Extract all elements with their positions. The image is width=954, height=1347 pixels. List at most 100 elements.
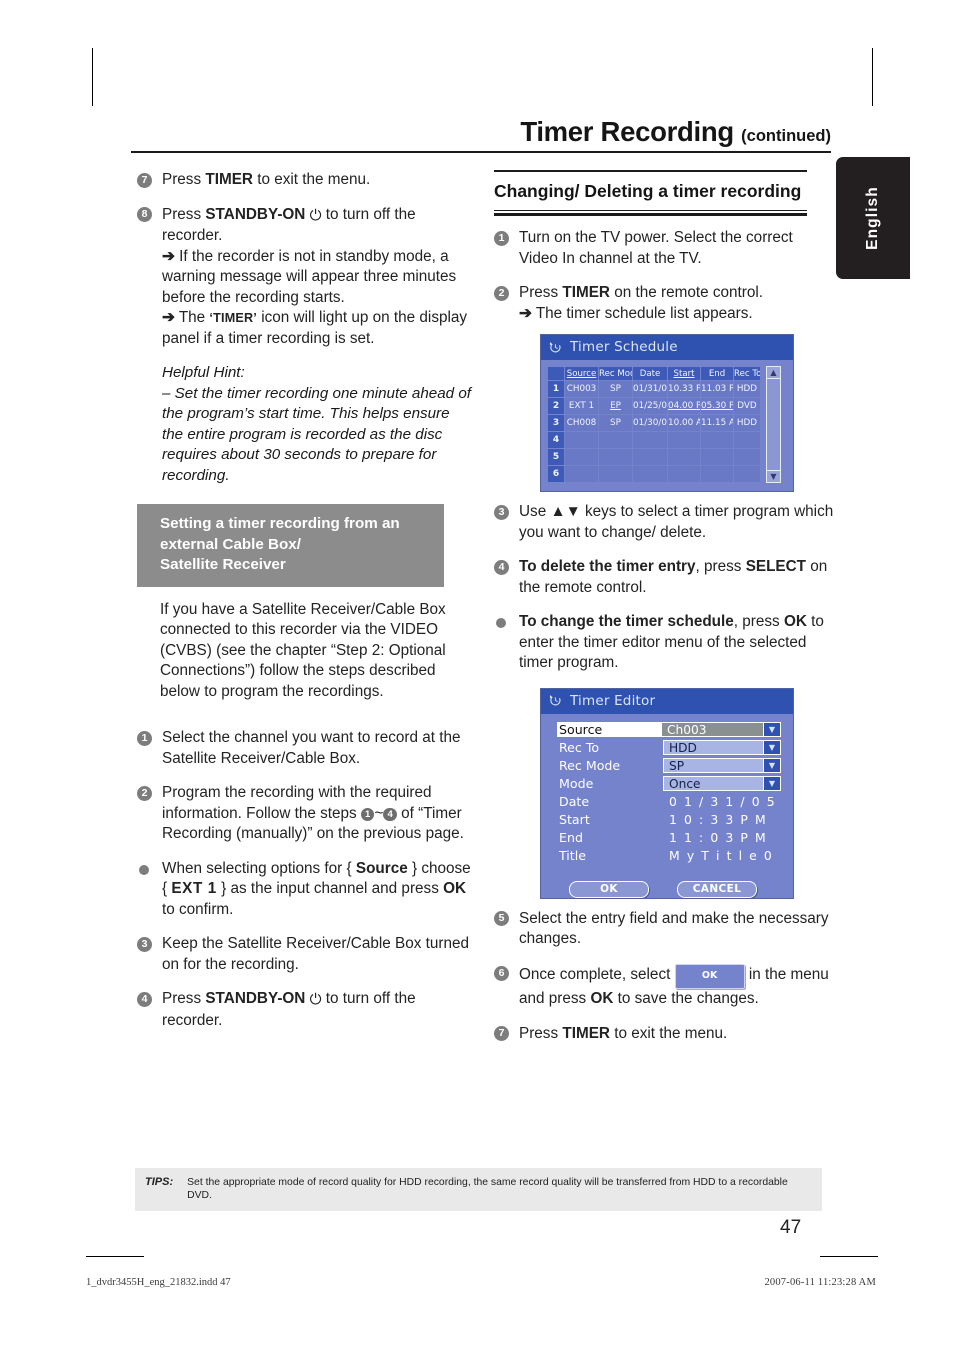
section-rule-bottom <box>494 210 807 217</box>
editor-value-rec-mode[interactable]: SP <box>663 757 764 774</box>
rstep7-text: Press TIMER to exit the menu. <box>519 1025 727 1042</box>
rstep3-text: Use ▲▼ keys to select a timer program wh… <box>519 503 833 541</box>
crop-mark-right-bottom <box>820 1256 878 1257</box>
cell-source: CH008 <box>565 415 598 432</box>
cell-rec-to: DVD <box>734 398 760 415</box>
editor-value-source[interactable]: Ch003 <box>661 721 764 738</box>
tips-text: Set the appropriate mode of record quali… <box>187 1177 788 1201</box>
editor-value-rec-to[interactable]: HDD <box>663 739 764 756</box>
editor-value-start[interactable]: 1 0 : 3 3 P M <box>663 812 781 827</box>
table-row[interactable]: 5 <box>548 449 760 466</box>
scrollbar-track[interactable] <box>766 379 781 471</box>
step-number: 8 <box>137 207 152 222</box>
editor-dropdown-rec-mode[interactable]: SP ▼ <box>663 757 781 774</box>
editor-label-mode: Mode <box>559 775 594 791</box>
cell-rec-mode: EP <box>599 398 632 415</box>
cell-idx: 1 <box>548 381 564 398</box>
editor-value-title[interactable]: M y T i t l e 0 <box>663 848 781 863</box>
step-number: 3 <box>137 936 152 952</box>
arrow-icon: ➔ <box>162 309 175 326</box>
editor-row-mode[interactable]: Mode Once ▼ <box>559 775 781 793</box>
tips-label: TIPS: <box>145 1176 174 1188</box>
list-item-rstep5: 5 Select the entry field and make the ne… <box>494 909 834 950</box>
list-item-bullet1: When selecting options for { Source } ch… <box>137 859 474 921</box>
timer-editor-titlebar: Timer Editor <box>541 688 793 714</box>
editor-dropdown-mode[interactable]: Once ▼ <box>663 775 781 792</box>
rstep4-text: To delete the timer entry, press SELECT … <box>519 558 827 596</box>
table-row[interactable]: 2EXT 1EP01/25/0504.00 PM05.30 PMDVD <box>548 398 760 415</box>
triangle-up-icon[interactable]: ▲ <box>766 366 781 380</box>
cell-rec-to: HDD <box>734 415 760 432</box>
step-number: 6 <box>494 966 509 982</box>
chevron-down-icon[interactable]: ▼ <box>764 739 781 756</box>
editor-row-title[interactable]: Title M y T i t l e 0 <box>559 847 781 865</box>
rstep2-sub1-text: The timer schedule list appears. <box>535 304 753 322</box>
editor-dropdown-source[interactable]: Ch003 ▼ <box>661 721 781 738</box>
editor-row-start[interactable]: Start 1 0 : 3 3 P M <box>559 811 781 829</box>
triangle-down-icon[interactable]: ▼ <box>766 470 781 484</box>
editor-value-mode[interactable]: Once <box>663 775 764 792</box>
rstep4-b1: To delete the timer entry <box>519 558 696 576</box>
cancel-button[interactable]: CANCEL <box>677 880 757 898</box>
editor-value-end[interactable]: 1 1 : 0 3 P M <box>663 830 781 845</box>
column-header-date: Date <box>633 367 667 381</box>
editor-dropdown-rec-to[interactable]: HDD ▼ <box>663 739 781 756</box>
left-column: 7 Press TIMER to exit the menu. 8 Press … <box>137 170 474 1031</box>
column-header-rec-mode: Rec Mode <box>599 367 632 381</box>
footer-filename: 1_dvdr3455H_eng_21832.indd 47 <box>86 1277 231 1288</box>
power-icon: ⏻ <box>309 206 322 224</box>
cell-end <box>701 449 733 466</box>
chevron-down-icon[interactable]: ▼ <box>764 775 781 792</box>
rstep2-sub1: ➔ The timer schedule list appears. <box>519 304 834 325</box>
crop-mark-left-bottom <box>86 1256 144 1257</box>
cell-source <box>565 449 598 466</box>
cell-rec-mode: SP <box>599 381 632 398</box>
step4-text: Press STANDBY-ON ⏻ to turn off the recor… <box>162 990 416 1029</box>
list-item-step8: 8 Press STANDBY-ON ⏻ to turn off the rec… <box>137 205 474 350</box>
cell-end <box>701 432 733 449</box>
rstep7-bold: TIMER <box>562 1024 610 1042</box>
rstep6-p3: to save the changes. <box>613 990 759 1008</box>
editor-row-end[interactable]: End 1 1 : 0 3 P M <box>559 829 781 847</box>
table-row[interactable]: 6 <box>548 466 760 483</box>
cell-idx: 2 <box>548 398 564 415</box>
list-item-rstep2: 2 Press TIMER on the remote control. ➔ T… <box>494 283 834 324</box>
cell-end: 05.30 PM <box>701 398 733 415</box>
inline-ok-chip: OK <box>674 963 745 990</box>
intro-paragraph: If you have a Satellite Receiver/Cable B… <box>137 600 474 703</box>
editor-row-source[interactable]: Source Ch003 ▼ <box>557 721 781 739</box>
chevron-down-icon[interactable]: ▼ <box>764 757 781 774</box>
step-number: 3 <box>494 504 509 520</box>
editor-value-date[interactable]: 0 1 / 3 1 / 0 5 <box>663 794 781 809</box>
editor-row-rec-to[interactable]: Rec To HDD ▼ <box>559 739 781 757</box>
step-number: 5 <box>494 911 509 927</box>
cell-end <box>701 466 733 483</box>
editor-row-date[interactable]: Date 0 1 / 3 1 / 0 5 <box>559 793 781 811</box>
step4-pre: Press <box>162 990 206 1007</box>
cell-rec-to <box>734 449 760 466</box>
rstep4-b2: SELECT <box>745 558 807 576</box>
manual-page: Timer Recording (continued) English 7 Pr… <box>0 0 954 1347</box>
cell-date: 01/25/05 <box>633 398 667 415</box>
step7-pre: Press <box>162 171 206 188</box>
cell-source: EXT 1 <box>565 398 598 415</box>
cell-start <box>668 466 700 483</box>
cell-date <box>633 432 667 449</box>
list-item-step1: 1 Select the channel you want to record … <box>137 728 474 769</box>
timer-editor-title: Timer Editor <box>570 692 656 709</box>
ok-button[interactable]: OK <box>569 880 649 898</box>
editor-row-rec-mode[interactable]: Rec Mode SP ▼ <box>559 757 781 775</box>
step-number: 2 <box>137 785 152 801</box>
page-title-continued: (continued) <box>741 127 831 145</box>
table-row[interactable]: 1CH003SP01/31/0510.33 PM11.03 PMHDD <box>548 381 760 398</box>
scrollbar[interactable]: ▲ ▼ <box>766 366 781 484</box>
rstep2-pre: Press <box>519 284 563 302</box>
table-row[interactable]: 4 <box>548 432 760 449</box>
list-item-step4: 4 Press STANDBY-ON ⏻ to turn off the rec… <box>137 989 474 1031</box>
chevron-down-icon[interactable]: ▼ <box>764 721 781 738</box>
intro-text: If you have a Satellite Receiver/Cable B… <box>160 600 446 700</box>
list-item-step2: 2 Program the recording with the require… <box>137 783 474 845</box>
step8-sub2-pre: The <box>178 309 210 326</box>
table-row[interactable]: 3CH008SP01/30/0510.00 AM11.15 AMHDD <box>548 415 760 432</box>
arrow-icon: ➔ <box>162 247 175 265</box>
